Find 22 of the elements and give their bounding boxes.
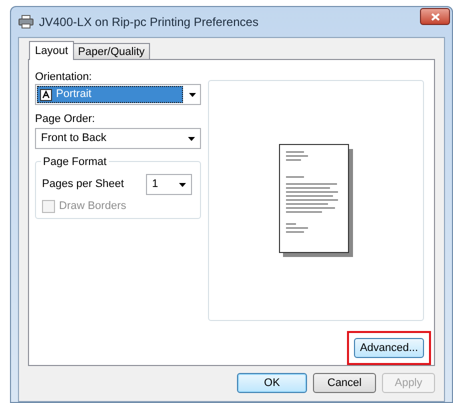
checkbox-label: Draw Borders	[59, 199, 126, 214]
field-label: Page Order:	[35, 112, 96, 125]
pages-per-sheet-dropdown[interactable]: 1	[146, 174, 192, 195]
page-order-dropdown[interactable]: Front to Back	[35, 128, 201, 149]
group-title: Page Format	[41, 154, 109, 170]
dialog-button[interactable]: Cancel	[313, 373, 376, 393]
close-button[interactable]	[420, 8, 450, 25]
close-icon	[430, 12, 440, 20]
field-label: Orientation:	[35, 70, 93, 83]
dropdown-arrow-icon	[179, 182, 186, 186]
field-label: Pages per Sheet	[42, 177, 124, 192]
page-icon	[40, 88, 52, 100]
dropdown-arrow-icon	[188, 136, 195, 140]
dropdown-arrow-icon	[189, 92, 196, 96]
tab[interactable]: Layout	[29, 41, 74, 60]
printer-icon	[18, 15, 34, 29]
dropdown-value: Portrait	[56, 87, 92, 102]
orientation-dropdown[interactable]: Portrait	[35, 84, 201, 105]
advanced-button[interactable]: Advanced...	[354, 338, 424, 358]
tab[interactable]: Paper/Quality	[73, 43, 150, 59]
window-title: JV400-LX on Rip-pc Printing Preferences	[39, 14, 258, 31]
dialog-button[interactable]: OK	[237, 373, 307, 393]
